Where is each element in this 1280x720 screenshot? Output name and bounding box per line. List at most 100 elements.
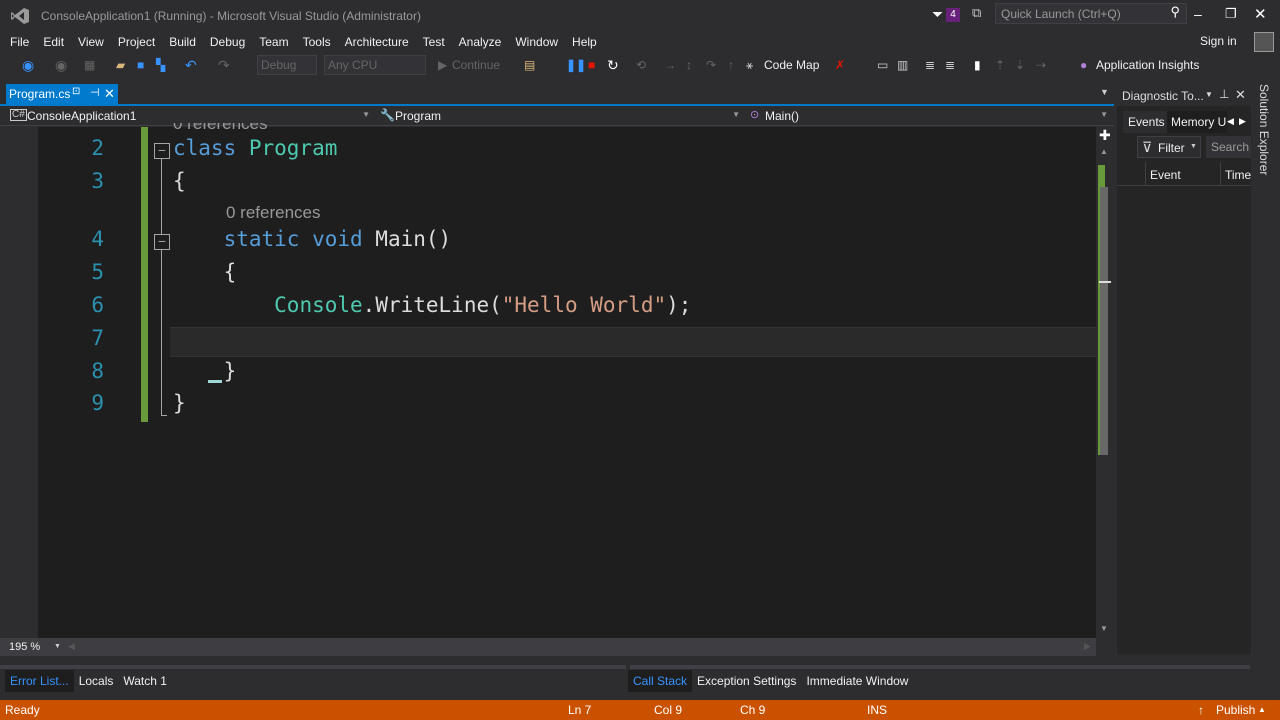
prev-bookmark-icon[interactable]: ⇡ [995, 56, 1005, 74]
zoom-level-dropdown[interactable]: 195 % [9, 641, 40, 653]
redo-icon[interactable]: ↷ [218, 56, 230, 74]
application-insights-button[interactable]: Application Insights [1096, 56, 1199, 74]
tab-locals[interactable]: Locals [74, 670, 119, 692]
tab-error-list[interactable]: Error List... [5, 670, 74, 692]
publish-button[interactable]: Publish [1216, 700, 1255, 720]
exceptions-icon[interactable]: ✗ [835, 56, 845, 74]
user-avatar-icon[interactable] [1254, 32, 1274, 52]
solution-explorer-side-tab[interactable]: Solution Explorer [1254, 84, 1276, 184]
tab-scroll-right-icon[interactable]: ▶ [1239, 116, 1246, 127]
menu-tools[interactable]: Tools [296, 33, 338, 51]
code-line[interactable]: } [173, 359, 237, 383]
show-next-statement-icon[interactable]: ⟲ [636, 56, 646, 74]
tab-program-cs[interactable]: Program.cs ⊡ ⊣ ✕ [6, 84, 118, 104]
chevron-down-icon[interactable]: ▼ [54, 643, 61, 650]
menu-analyze[interactable]: Analyze [452, 33, 509, 51]
tab-memory-usage[interactable]: Memory U: [1167, 111, 1227, 133]
bookmark-icon[interactable]: ▮ [974, 56, 981, 74]
code-map-icon[interactable]: ⚹ [746, 56, 753, 74]
menu-window[interactable]: Window [508, 33, 565, 51]
open-file-icon[interactable]: ▰ [116, 56, 125, 74]
restart-icon[interactable]: ↻ [607, 56, 619, 74]
code-line[interactable]: { [173, 260, 237, 284]
close-panel-icon[interactable]: ✕ [1235, 87, 1246, 103]
panel-dropdown-icon[interactable]: ▼ [1205, 90, 1213, 99]
code-map-button[interactable]: Code Map [764, 56, 819, 74]
quick-launch-input[interactable]: Quick Launch (Ctrl+Q) ⚲ [995, 3, 1187, 24]
split-window-icon[interactable]: ✚ [1099, 127, 1111, 144]
tab-immediate-window[interactable]: Immediate Window [801, 670, 913, 692]
step-into-icon[interactable]: → [664, 56, 676, 74]
step-out-icon[interactable]: ↷ [706, 56, 716, 74]
menu-team[interactable]: Team [252, 33, 295, 51]
stop-debugging-icon[interactable]: ■ [588, 56, 595, 74]
codelens-main-references[interactable]: 0 references [226, 203, 321, 223]
publish-chevron-up-icon[interactable]: ▲ [1258, 700, 1266, 720]
publish-arrow-icon[interactable]: ↑ [1198, 700, 1204, 720]
pin-tab-icon[interactable]: ⊣ [90, 86, 100, 99]
scroll-up-icon[interactable]: ▲ [1100, 147, 1108, 156]
code-line[interactable]: static void Main() [173, 227, 452, 251]
tab-list-dropdown-icon[interactable]: ▼ [1100, 87, 1109, 97]
save-all-icon[interactable]: ▚ [156, 56, 165, 74]
window-layout-icon[interactable]: ▥ [897, 56, 908, 74]
scroll-thumb[interactable] [1100, 187, 1108, 455]
break-all-icon[interactable]: ❚❚ [566, 56, 586, 74]
column-header-event[interactable]: Event [1150, 168, 1181, 182]
menu-project[interactable]: Project [111, 33, 162, 51]
new-project-icon[interactable]: ▦ [84, 56, 95, 74]
menu-help[interactable]: Help [565, 33, 604, 51]
code-line[interactable]: { [173, 169, 186, 193]
scroll-right-icon[interactable]: ▶ [1084, 641, 1091, 652]
menu-view[interactable]: View [71, 33, 111, 51]
menu-file[interactable]: File [3, 33, 36, 51]
next-bookmark-icon[interactable]: ⇣ [1015, 56, 1025, 74]
code-line[interactable]: } [173, 391, 186, 415]
collapse-class-icon[interactable]: − [154, 143, 170, 159]
scroll-down-icon[interactable]: ▼ [1100, 624, 1108, 633]
notification-badge[interactable]: 4 [946, 8, 960, 22]
restore-button[interactable]: ❐ [1225, 6, 1237, 22]
save-icon[interactable]: ■ [137, 56, 144, 74]
class-dropdown[interactable]: 🔧 Program ▼ [378, 106, 744, 126]
lightbulb-icon[interactable]: ● [1080, 56, 1087, 74]
editor-vertical-scrollbar[interactable]: ✚ ▲ ▼ [1096, 127, 1114, 638]
menu-test[interactable]: Test [416, 33, 452, 51]
process-icon[interactable]: ▤ [524, 56, 535, 74]
minimize-button[interactable]: – [1194, 6, 1202, 22]
find-in-files-icon[interactable]: ▭ [877, 56, 888, 74]
uncomment-icon[interactable]: ≣ [945, 56, 955, 74]
undo-icon[interactable]: ↶ [185, 56, 197, 74]
platform-dropdown[interactable]: Any CPU [324, 55, 426, 75]
tab-exception-settings[interactable]: Exception Settings [692, 670, 801, 692]
code-line[interactable]: class Program [173, 136, 337, 160]
navigate-back-icon[interactable]: ◉ [22, 56, 34, 74]
feedback-icon[interactable]: ⧉ [972, 5, 981, 21]
code-line[interactable]: Console.WriteLine("Hello World"); [173, 293, 691, 317]
menu-build[interactable]: Build [162, 33, 203, 51]
column-header-time[interactable]: Time [1225, 168, 1251, 182]
menu-debug[interactable]: Debug [203, 33, 252, 51]
menu-edit[interactable]: Edit [36, 33, 71, 51]
tab-scroll-left-icon[interactable]: ◀ [1227, 116, 1234, 127]
menu-architecture[interactable]: Architecture [338, 33, 416, 51]
sign-in-link[interactable]: Sign in [1200, 34, 1237, 48]
scroll-left-icon[interactable]: ◀ [68, 641, 75, 652]
filter-button[interactable]: ⊽ Filter ▼ [1137, 136, 1201, 158]
step-up-icon[interactable]: ↑ [728, 56, 734, 74]
member-dropdown[interactable]: ⊙ Main() ▼ [748, 106, 1112, 126]
configuration-dropdown[interactable]: Debug [257, 55, 317, 75]
close-tab-icon[interactable]: ✕ [104, 86, 115, 102]
pin-panel-icon[interactable]: ⊥ [1219, 87, 1229, 101]
clear-bookmarks-icon[interactable]: ⇢ [1036, 56, 1046, 74]
notification-flag-icon[interactable]: ⏷ [932, 6, 943, 23]
tab-call-stack[interactable]: Call Stack [628, 670, 693, 692]
navigate-forward-icon[interactable]: ◉ [55, 56, 67, 74]
tab-events[interactable]: Events [1123, 111, 1170, 133]
search-events-input[interactable]: Search E [1206, 136, 1251, 158]
close-button[interactable]: ✕ [1254, 5, 1267, 23]
tab-watch-1[interactable]: Watch 1 [118, 670, 172, 692]
continue-play-icon[interactable]: ▶ [438, 56, 447, 74]
step-over-icon[interactable]: ↕ [686, 56, 692, 74]
comment-icon[interactable]: ≣ [925, 56, 935, 74]
